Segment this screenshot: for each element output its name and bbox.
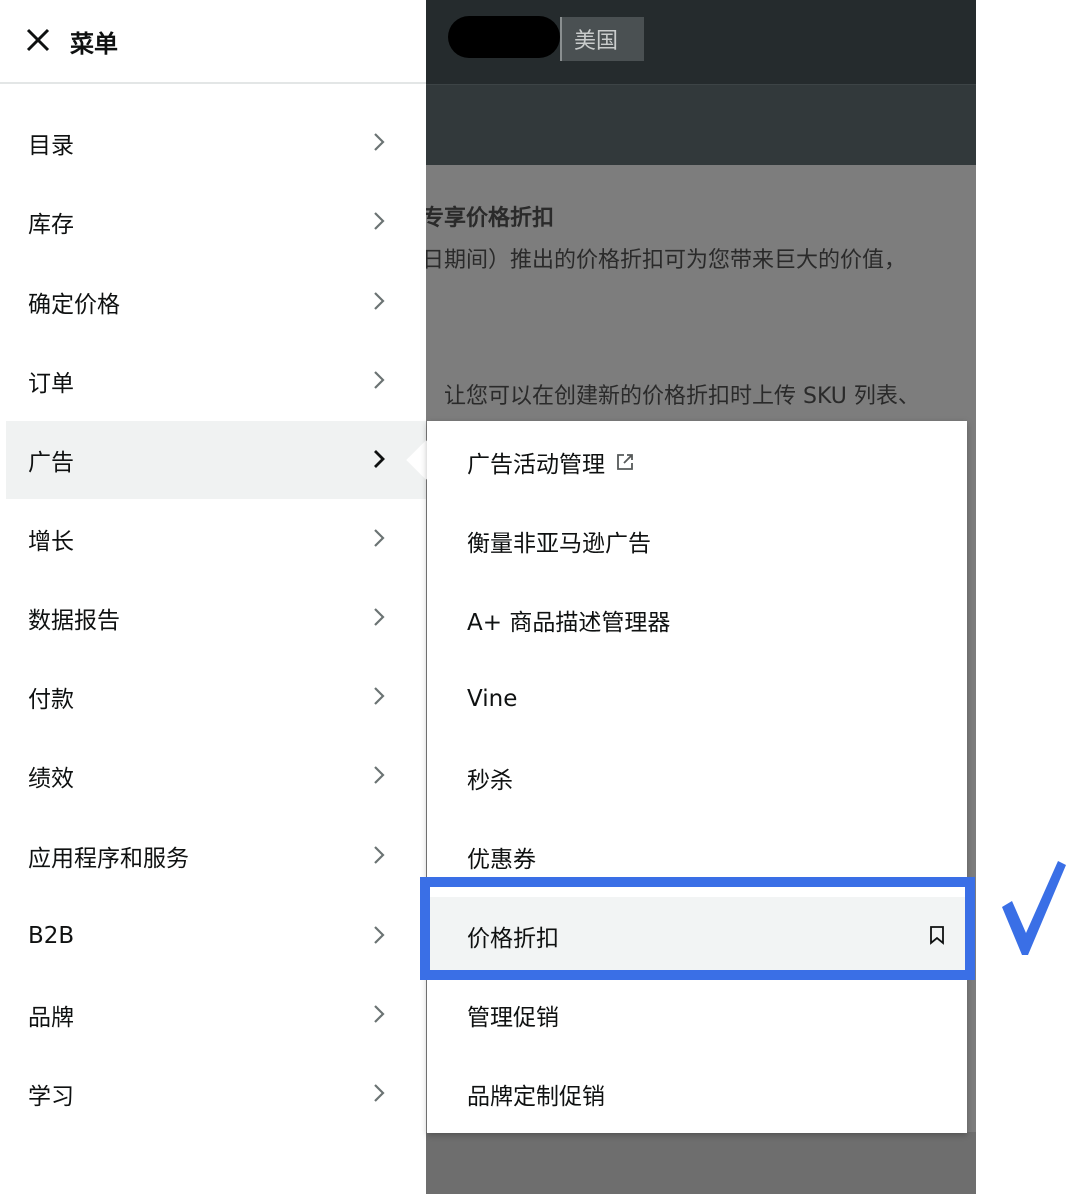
chevron-right-icon [374,529,385,547]
nav-item-payments[interactable]: 付款 [6,658,426,736]
chevron-right-icon [374,371,385,389]
nav-item-label: 增长 [28,529,74,555]
submenu-item-lightning-deals[interactable]: 秒杀 [427,739,967,817]
submenu-item-campaign-manager[interactable]: 广告活动管理 [427,423,967,501]
nav-drawer: 菜单 目录 库存 确定价格 订单 广告 增长 数据报告 付款 绩效 应用程序和服… [0,0,426,1194]
submenu-item-label: 衡量非亚马逊广告 [467,531,651,557]
close-icon[interactable] [24,26,52,54]
nav-item-learn[interactable]: 学习 [6,1055,426,1133]
highlight-annotation-box [420,877,975,980]
region-selector: 美国 [560,17,644,61]
nav-item-label: 确定价格 [28,292,120,318]
chevron-right-icon [374,133,385,151]
submenu-item-non-amazon-ads[interactable]: 衡量非亚马逊广告 [427,502,967,580]
external-link-icon [617,454,633,470]
background-text-line: 让您可以在创建新的价格折扣时上传 SKU 列表、 [444,384,920,409]
nav-item-growth[interactable]: 增长 [6,500,426,578]
submenu-item-label: 秒杀 [467,768,513,794]
background-sub-bar [426,84,976,165]
nav-item-performance[interactable]: 绩效 [6,737,426,815]
advertising-submenu: 广告活动管理 衡量非亚马逊广告 A+ 商品描述管理器 Vine 秒杀 优惠券 价… [427,421,967,1133]
submenu-item-label: 广告活动管理 [467,452,605,478]
background-text-line: 日期间）推出的价格折扣可为您带来巨大的价值， [426,248,907,273]
check-mark-icon [1002,861,1066,955]
submenu-item-vine[interactable]: Vine [427,660,967,738]
chevron-right-icon [374,450,385,468]
nav-item-label: 数据报告 [28,608,120,634]
chevron-right-icon [374,926,385,944]
nav-item-label: 广告 [28,450,74,476]
chevron-right-icon [374,846,385,864]
submenu-item-a-plus-content[interactable]: A+ 商品描述管理器 [427,581,967,659]
background-footer [426,1132,976,1194]
nav-item-label: 品牌 [28,1005,74,1031]
submenu-item-label: A+ 商品描述管理器 [467,610,671,636]
chevron-right-icon [374,687,385,705]
redacted-logo [448,16,560,58]
submenu-item-brand-tailored-promotions[interactable]: 品牌定制促销 [427,1055,967,1133]
nav-item-label: 付款 [28,687,74,713]
nav-item-label: 目录 [28,133,74,159]
drawer-title: 菜单 [70,30,118,58]
nav-item-label: 绩效 [28,766,74,792]
chevron-right-icon [374,1084,385,1102]
nav-item-brands[interactable]: 品牌 [6,976,426,1054]
chevron-right-icon [374,766,385,784]
nav-item-label: 订单 [28,371,74,397]
submenu-item-label: 优惠券 [467,847,536,873]
submenu-item-label: Vine [467,686,518,712]
nav-item-pricing[interactable]: 确定价格 [6,263,426,341]
chevron-right-icon [374,212,385,230]
submenu-item-label: 管理促销 [467,1005,559,1031]
nav-item-reports[interactable]: 数据报告 [6,579,426,657]
nav-item-label: 库存 [28,212,74,238]
nav-item-orders[interactable]: 订单 [6,342,426,420]
chevron-right-icon [374,608,385,626]
nav-item-label: B2B [28,923,75,949]
submenu-item-label: 品牌定制促销 [467,1084,605,1110]
nav-item-label: 学习 [28,1084,74,1110]
chevron-right-icon [374,1005,385,1023]
nav-item-label: 应用程序和服务 [28,846,189,872]
drawer-header: 菜单 [0,0,426,84]
chevron-right-icon [374,292,385,310]
nav-item-b2b[interactable]: B2B [6,897,426,975]
submenu-item-manage-promotions[interactable]: 管理促销 [427,976,967,1054]
background-top-bar: 美国 [426,0,976,84]
nav-item-apps-services[interactable]: 应用程序和服务 [6,817,426,895]
nav-item-catalog[interactable]: 目录 [6,104,426,182]
background-heading: 专享价格折扣 [426,206,555,231]
nav-item-inventory[interactable]: 库存 [6,183,426,261]
nav-item-advertising[interactable]: 广告 [6,421,426,499]
